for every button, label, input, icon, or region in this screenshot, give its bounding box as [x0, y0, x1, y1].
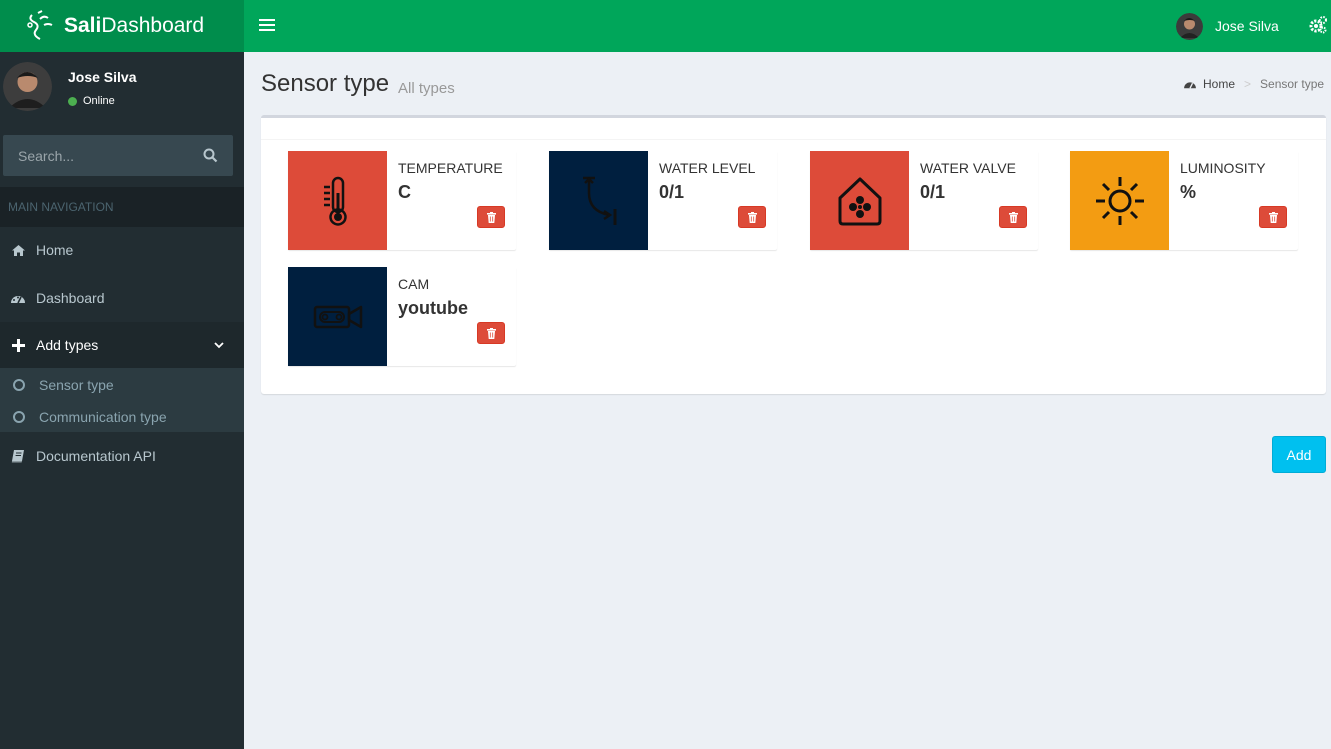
search-input[interactable]	[4, 136, 190, 175]
trash-icon	[1268, 211, 1278, 223]
user-panel: Jose Silva Online	[0, 52, 244, 132]
avatar	[1176, 12, 1203, 40]
sensor-type-card: WATER LEVEL 0/1	[549, 151, 777, 250]
breadcrumb-home-label: Home	[1203, 77, 1236, 91]
sidebar-item-sensor-type[interactable]: Sensor type	[0, 369, 244, 401]
page-subtitle: All types	[398, 80, 455, 97]
sensor-types-box: TEMPERATURE C WATER LEVEL 0/1 WATER VALV…	[261, 115, 1326, 394]
breadcrumb: Home > Sensor type	[1183, 77, 1324, 91]
dashboard-icon	[1184, 81, 1196, 89]
header-user-name: Jose Silva	[1215, 18, 1279, 34]
brand-name: SaliDashboard	[64, 14, 205, 37]
status-label: Online	[83, 95, 115, 107]
sidebar-user-name: Jose Silva	[68, 69, 137, 85]
sidebar-toggle-icon[interactable]	[259, 15, 275, 35]
sidebar-item-documentation-api[interactable]: Documentation API	[0, 433, 244, 479]
sensor-icon-box	[288, 267, 387, 366]
logo-icon	[27, 10, 53, 40]
breadcrumb-separator: >	[1244, 77, 1252, 91]
sidebar-search	[3, 135, 233, 176]
sensor-type-name: WATER LEVEL	[659, 160, 756, 176]
online-dot-icon	[68, 96, 77, 106]
sensor-icon-box	[549, 151, 648, 250]
sidebar-item-label: Sensor type	[39, 377, 114, 393]
delete-button[interactable]	[477, 322, 505, 344]
top-navbar: Jose Silva	[244, 0, 1331, 52]
sidebar-item-label: Home	[36, 242, 74, 258]
circle-icon	[13, 411, 25, 423]
sensor-type-card: TEMPERATURE C	[288, 151, 516, 250]
sensor-type-card: WATER VALVE 0/1	[810, 151, 1038, 250]
search-icon	[203, 148, 217, 163]
sidebar-item-add-types[interactable]: Add types	[0, 322, 244, 368]
camera-icon	[313, 305, 362, 328]
circle-icon	[13, 379, 25, 391]
breadcrumb-current: Sensor type	[1260, 77, 1325, 91]
trash-icon	[486, 211, 496, 223]
delete-button[interactable]	[477, 206, 505, 228]
thermometer-icon	[323, 176, 347, 226]
gears-icon[interactable]	[1308, 15, 1328, 35]
delete-button[interactable]	[738, 206, 766, 228]
sidebar-item-label: Communication type	[39, 409, 167, 425]
valve-house-icon	[838, 177, 881, 225]
sidebar-item-label: Dashboard	[36, 290, 105, 306]
breadcrumb-home[interactable]: Home	[1183, 77, 1235, 91]
user-status: Online	[68, 95, 115, 107]
sensor-type-unit: 0/1	[659, 182, 685, 202]
sensor-type-name: LUMINOSITY	[1180, 160, 1266, 176]
delete-button[interactable]	[999, 206, 1027, 228]
box-header-divider	[261, 139, 1326, 140]
sensor-type-unit: 0/1	[920, 182, 946, 202]
sensor-type-card: CAM youtube	[288, 267, 516, 366]
main-navigation-header: MAIN NAVIGATION	[0, 187, 244, 227]
sidebar-item-label: Add types	[36, 337, 99, 353]
sun-icon	[1095, 176, 1144, 225]
sensor-type-unit: youtube	[398, 298, 468, 318]
plus-icon	[10, 337, 26, 353]
trash-icon	[486, 327, 496, 339]
user-menu[interactable]: Jose Silva	[1176, 11, 1279, 41]
delete-button[interactable]	[1259, 206, 1287, 228]
dashboard-icon	[10, 290, 26, 306]
sensor-icon-box	[810, 151, 909, 250]
book-icon	[10, 448, 26, 464]
sensor-type-name: WATER VALVE	[920, 160, 1016, 176]
sensor-icon-box	[288, 151, 387, 250]
avatar	[3, 62, 52, 111]
trash-icon	[1008, 211, 1018, 223]
sensor-icon-box	[1070, 151, 1169, 250]
home-icon	[10, 242, 26, 258]
add-button[interactable]: Add	[1272, 436, 1326, 473]
add-types-submenu: Sensor type Communication type	[0, 368, 244, 432]
page-title: Sensor type	[261, 70, 390, 97]
sidebar-item-label: Documentation API	[36, 448, 156, 464]
chevron-down-icon	[214, 342, 224, 349]
sidebar-item-home[interactable]: Home	[0, 227, 244, 273]
water-pipe-icon	[582, 176, 616, 225]
sensor-type-name: CAM	[398, 276, 430, 292]
trash-icon	[747, 211, 757, 223]
sensor-type-unit: %	[1180, 182, 1197, 202]
search-button[interactable]	[190, 136, 230, 175]
sidebar: Jose Silva Online MAIN NAVIGATION Home D…	[0, 52, 244, 749]
sidebar-item-communication-type[interactable]: Communication type	[0, 401, 244, 433]
sensor-type-name: TEMPERATURE	[398, 160, 503, 176]
sensor-type-unit: C	[398, 182, 411, 202]
sensor-type-card: LUMINOSITY %	[1070, 151, 1298, 250]
sidebar-item-dashboard[interactable]: Dashboard	[0, 275, 244, 321]
brand-logo[interactable]: SaliDashboard	[0, 0, 244, 52]
